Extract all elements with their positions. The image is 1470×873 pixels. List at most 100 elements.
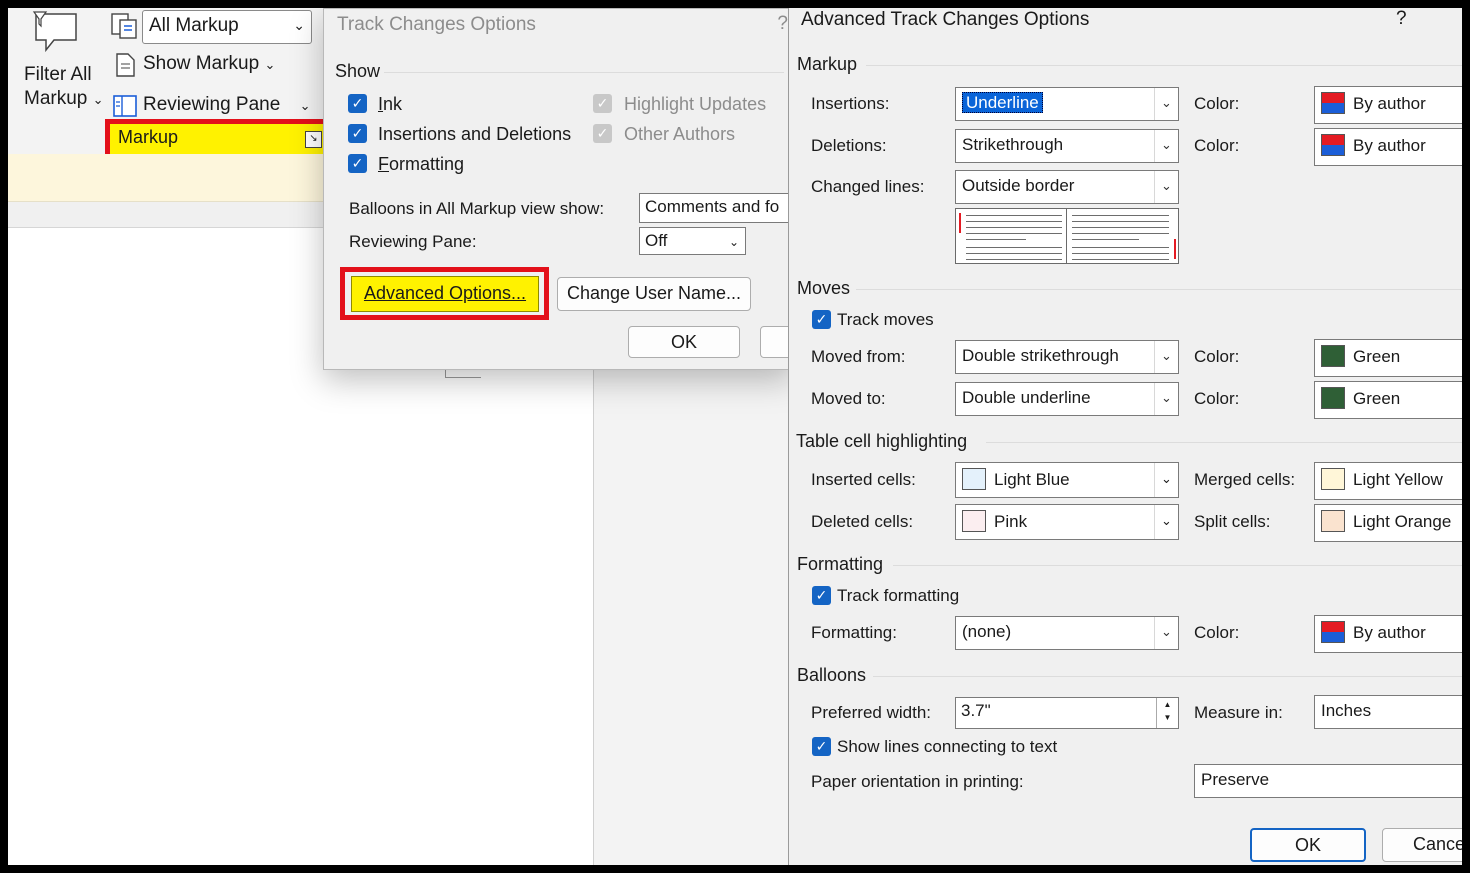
deletions-color-value: By author xyxy=(1353,136,1426,155)
insertions-select[interactable]: Underline ⌄ xyxy=(955,87,1179,121)
reviewing-pane-value: Off xyxy=(645,231,668,250)
preview-right-page xyxy=(1068,209,1179,263)
moved-to-color-label: Color: xyxy=(1194,389,1240,408)
show-markup-label: Show Markup xyxy=(143,53,260,74)
color-swatch xyxy=(1321,387,1345,409)
moved-from-color-value: Green xyxy=(1353,347,1401,366)
split-cells-select[interactable]: Light Orange xyxy=(1314,504,1462,542)
measure-in-value: Inches xyxy=(1321,701,1372,720)
merged-cells-label: Merged cells: xyxy=(1194,470,1296,489)
section-divider xyxy=(866,65,1462,66)
merged-cells-select[interactable]: Light Yellow xyxy=(1314,462,1462,500)
highlight-updates-label: Highlight Updates xyxy=(624,94,767,114)
merged-cells-value: Light Yellow xyxy=(1353,470,1443,489)
show-lines-checkbox[interactable]: ✓ xyxy=(812,737,831,756)
reviewing-pane-button[interactable]: Reviewing Pane ⌄ xyxy=(143,94,311,116)
balloons-section-label: Balloons xyxy=(797,665,867,685)
track-moves-label: Track moves xyxy=(837,310,934,329)
split-cells-value: Light Orange xyxy=(1353,512,1452,531)
formatting-value: (none) xyxy=(962,622,1012,641)
advanced-dialog-title: Advanced Track Changes Options xyxy=(801,9,1090,30)
moved-to-color-select[interactable]: Green xyxy=(1314,381,1462,419)
track-moves-checkbox[interactable]: ✓ xyxy=(812,310,831,329)
preview-left-page xyxy=(956,209,1067,263)
moved-from-select[interactable]: Double strikethrough ⌄ xyxy=(955,340,1179,374)
help-icon[interactable]: ? xyxy=(1396,8,1407,30)
chevron-down-icon: ⌄ xyxy=(1154,88,1178,120)
markup-group-label: Markup xyxy=(118,127,179,147)
ok-button[interactable]: OK xyxy=(628,326,740,358)
formatting-section-label: Formatting xyxy=(797,554,884,574)
color-swatch xyxy=(1321,92,1345,114)
insertions-color-value: By author xyxy=(1353,94,1426,113)
other-authors-label: Other Authors xyxy=(624,124,736,144)
section-divider xyxy=(384,72,784,73)
markup-group-label-bar: Markup ↘ xyxy=(110,124,326,156)
chevron-down-icon: ⌄ xyxy=(1154,463,1178,497)
display-for-review-combo[interactable]: All Markup ⌄ xyxy=(142,10,312,44)
insertions-label: Insertions: xyxy=(811,94,890,113)
changed-lines-select[interactable]: Outside border ⌄ xyxy=(955,170,1179,204)
filter-markup-icon xyxy=(32,11,77,53)
deletions-color-select[interactable]: By author xyxy=(1314,128,1462,166)
moved-from-color-select[interactable]: Green xyxy=(1314,339,1462,377)
reviewing-pane-select[interactable]: Off ⌄ xyxy=(639,227,746,255)
deleted-cells-select[interactable]: Pink ⌄ xyxy=(955,504,1179,540)
change-user-name-label: Change User Name... xyxy=(566,283,742,303)
reviewing-pane-label: Reviewing Pane xyxy=(143,94,281,115)
chevron-down-icon: ⌄ xyxy=(1154,171,1178,203)
filter-label-line2: Markup xyxy=(24,88,88,109)
moved-from-color-label: Color: xyxy=(1194,347,1240,366)
formatting-select[interactable]: (none) ⌄ xyxy=(955,616,1179,650)
chevron-down-icon: ⌄ xyxy=(1154,341,1178,373)
markup-section-label: Markup xyxy=(797,54,858,74)
ink-checkbox[interactable]: ✓ xyxy=(348,94,367,113)
moved-from-label: Moved from: xyxy=(811,347,906,366)
advanced-options-button[interactable]: Advanced Options... xyxy=(351,276,539,312)
screenshot-frame: Filter All Markup ⌄ All Markup ⌄ Show Ma… xyxy=(8,8,1462,865)
help-icon[interactable]: ? xyxy=(777,13,788,35)
moved-to-value: Double underline xyxy=(962,388,1091,407)
formatting-checkbox[interactable]: ✓ xyxy=(348,154,367,173)
deleted-cells-label: Deleted cells: xyxy=(811,512,914,531)
color-swatch xyxy=(1321,134,1345,156)
color-swatch xyxy=(1321,621,1345,643)
paper-orientation-select[interactable]: Preserve xyxy=(1194,764,1462,798)
balloons-value: Comments and fo xyxy=(645,197,780,216)
dialog-launcher-icon[interactable]: ↘ xyxy=(305,131,322,148)
change-user-name-button[interactable]: Change User Name... xyxy=(557,277,751,311)
moved-to-select[interactable]: Double underline ⌄ xyxy=(955,382,1179,416)
advanced-cancel-button[interactable]: Cancel xyxy=(1382,828,1462,862)
advanced-options-label: Advanced Options... xyxy=(363,283,527,303)
color-swatch xyxy=(1321,468,1345,490)
side-pane-background xyxy=(593,368,793,865)
filter-all-markup-button[interactable]: Filter All Markup ⌄ xyxy=(24,64,104,110)
spinner-arrows-icon[interactable]: ▲ ▼ xyxy=(1156,698,1178,728)
formatting-color-select[interactable]: By author xyxy=(1314,615,1462,653)
section-divider xyxy=(986,442,1462,443)
formatting-label: Formatting: xyxy=(811,623,897,642)
track-formatting-checkbox[interactable]: ✓ xyxy=(812,586,831,605)
moved-to-color-value: Green xyxy=(1353,389,1401,408)
changed-lines-preview xyxy=(955,208,1179,264)
chevron-down-icon: ⌄ xyxy=(1154,505,1178,539)
color-swatch xyxy=(962,468,986,490)
insertions-deletions-label: Insertions and Deletions xyxy=(378,124,572,144)
insertions-color-select[interactable]: By author xyxy=(1314,86,1462,124)
moved-to-label: Moved to: xyxy=(811,389,886,408)
section-divider xyxy=(873,676,1462,677)
preferred-width-value: 3.7" xyxy=(961,701,991,720)
inserted-cells-select[interactable]: Light Blue ⌄ xyxy=(955,462,1179,498)
deletions-color-label: Color: xyxy=(1194,136,1240,155)
deletions-select[interactable]: Strikethrough ⌄ xyxy=(955,129,1179,163)
balloons-select[interactable]: Comments and fo xyxy=(639,193,799,223)
paper-orientation-label: Paper orientation in printing: xyxy=(811,772,1024,791)
ok-label: OK xyxy=(670,332,697,352)
preferred-width-spinner[interactable]: 3.7" ▲ ▼ xyxy=(955,697,1179,729)
insertions-deletions-checkbox[interactable]: ✓ xyxy=(348,124,367,143)
insertions-color-label: Color: xyxy=(1194,94,1240,113)
measure-in-select[interactable]: Inches xyxy=(1314,695,1462,729)
advanced-ok-button[interactable]: OK xyxy=(1250,828,1366,862)
show-markup-button[interactable]: Show Markup ⌄ xyxy=(143,53,275,75)
insertions-value: Underline xyxy=(962,92,1043,113)
